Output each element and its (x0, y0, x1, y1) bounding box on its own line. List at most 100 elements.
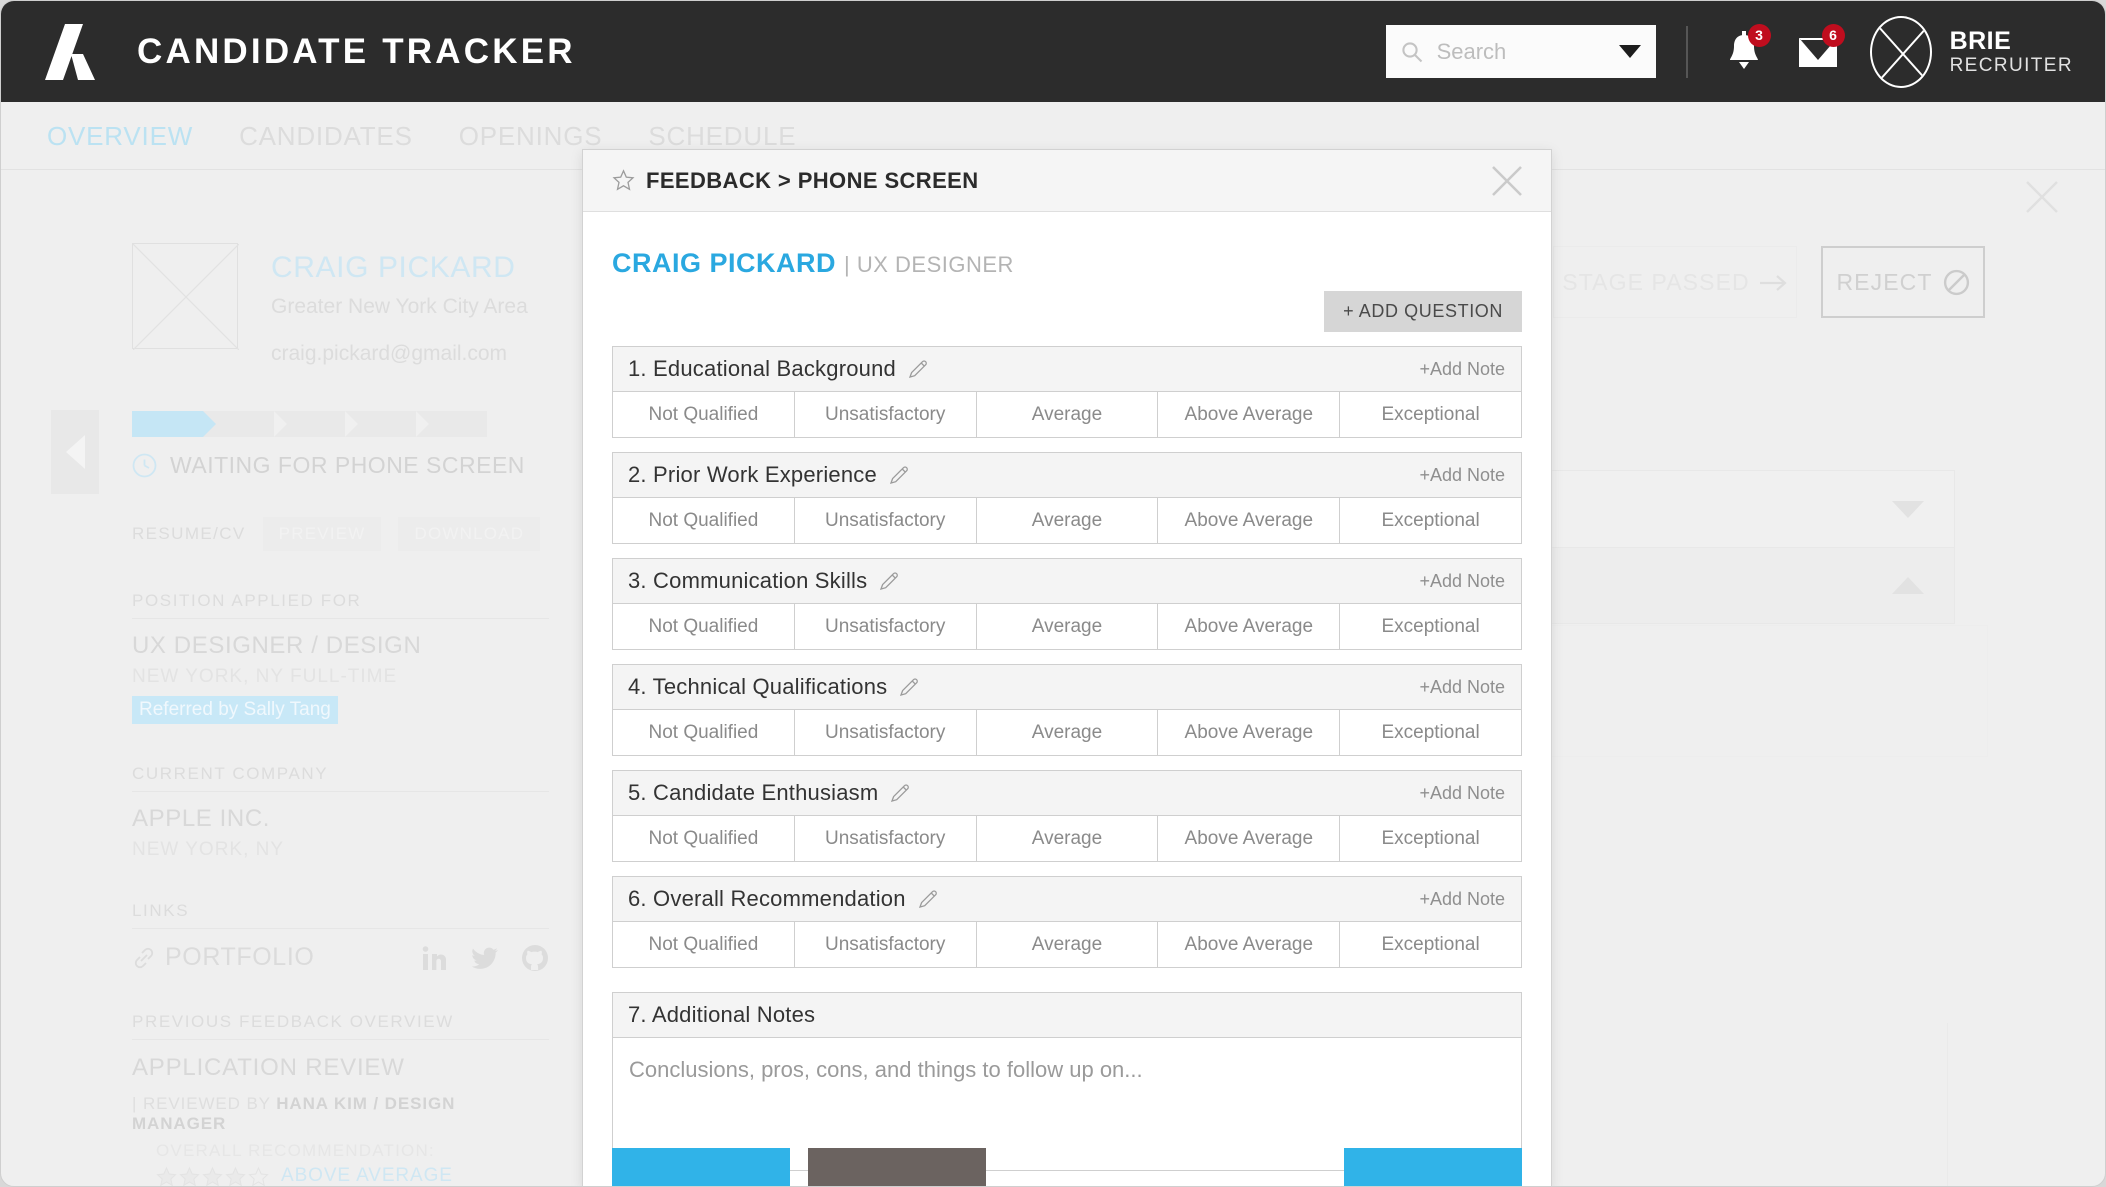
rating-option-not-qualified[interactable]: Not Qualified (613, 604, 795, 649)
pencil-icon[interactable] (917, 888, 939, 910)
ban-icon (1943, 269, 1970, 296)
portfolio-link[interactable]: PORTFOLIO (132, 943, 314, 972)
rating-option-unsatisfactory[interactable]: Unsatisfactory (795, 922, 977, 967)
rating-option-exceptional[interactable]: Exceptional (1340, 816, 1521, 861)
candidate-name[interactable]: CRAIG PICKARD (271, 251, 528, 285)
progress-step-1 (132, 411, 216, 437)
feedback-verdict: ABOVE AVERAGE (281, 1165, 453, 1186)
resume-preview-button[interactable]: PREVIEW (262, 517, 382, 551)
rating-option-average[interactable]: Average (977, 604, 1159, 649)
pencil-icon[interactable] (907, 358, 929, 380)
rating-option-above-average[interactable]: Above Average (1158, 392, 1341, 437)
search-input[interactable]: Search (1385, 25, 1656, 78)
rating-option-above-average[interactable]: Above Average (1158, 498, 1341, 543)
modal-header: FEEDBACK > PHONE SCREEN (583, 150, 1551, 212)
rating-option-unsatisfactory[interactable]: Unsatisfactory (795, 710, 977, 755)
position-title: UX DESIGNER / DESIGN (132, 632, 422, 659)
add-note-button[interactable]: +Add Note (1419, 889, 1505, 910)
star-icon (225, 1166, 246, 1187)
rating-option-unsatisfactory[interactable]: Unsatisfactory (795, 816, 977, 861)
sidebar-collapse-button[interactable] (51, 410, 99, 494)
rating-option-above-average[interactable]: Above Average (1158, 816, 1341, 861)
star-outline-icon[interactable] (612, 169, 635, 192)
rating-option-average[interactable]: Average (977, 392, 1159, 437)
add-note-button[interactable]: +Add Note (1419, 465, 1505, 486)
rating-option-unsatisfactory[interactable]: Unsatisfactory (795, 604, 977, 649)
stage-progress-bar (132, 411, 487, 437)
question-block: 1. Educational Background +Add Note Not … (612, 346, 1522, 438)
rating-option-not-qualified[interactable]: Not Qualified (613, 498, 795, 543)
rating-option-above-average[interactable]: Above Average (1158, 922, 1341, 967)
accordion-section-expanded[interactable] (1541, 547, 1955, 624)
user-name: BRIE (1949, 26, 2012, 55)
rating-option-not-qualified[interactable]: Not Qualified (613, 710, 795, 755)
add-question-button[interactable]: + ADD QUESTION (1324, 291, 1522, 332)
resume-label: RESUME/CV (132, 524, 246, 543)
feedback-entry: | REVIEWED BY HANA KIM / DESIGN MANAGER … (132, 1094, 549, 1187)
rating-option-exceptional[interactable]: Exceptional (1340, 392, 1521, 437)
rating-option-average[interactable]: Average (977, 816, 1159, 861)
rating-option-exceptional[interactable]: Exceptional (1340, 498, 1521, 543)
question-list: 1. Educational Background +Add Note Not … (612, 346, 1522, 968)
reject-button[interactable]: REJECT (1821, 246, 1985, 318)
stage-passed-button[interactable]: STAGE PASSED (1553, 246, 1797, 318)
add-note-button[interactable]: +Add Note (1419, 677, 1505, 698)
question-block: 5. Candidate Enthusiasm +Add Note Not Qu… (612, 770, 1522, 862)
pencil-icon[interactable] (889, 782, 911, 804)
close-icon[interactable] (1489, 163, 1525, 199)
chevron-left-icon (65, 435, 85, 469)
modal-candidate-name[interactable]: CRAIG PICKARD (612, 248, 836, 279)
tab-overview[interactable]: OVERVIEW (47, 121, 193, 152)
stage-status-text: WAITING FOR PHONE SCREEN (170, 452, 525, 478)
rating-option-average[interactable]: Average (977, 498, 1159, 543)
rating-option-average[interactable]: Average (977, 922, 1159, 967)
rating-option-unsatisfactory[interactable]: Unsatisfactory (795, 392, 977, 437)
rating-option-exceptional[interactable]: Exceptional (1340, 604, 1521, 649)
chevron-down-icon[interactable] (1618, 45, 1641, 58)
star-icon (156, 1166, 177, 1187)
resume-download-button[interactable]: DOWNLOAD (398, 517, 541, 551)
portfolio-label: PORTFOLIO (165, 943, 315, 971)
user-info[interactable]: BRIE RECRUITER (1950, 27, 2073, 76)
position-section-label: POSITION APPLIED FOR (132, 591, 549, 619)
notifications-button[interactable]: 3 (1718, 23, 1771, 78)
twitter-icon[interactable] (471, 944, 499, 972)
rating-option-above-average[interactable]: Above Average (1158, 710, 1341, 755)
rating-option-exceptional[interactable]: Exceptional (1340, 922, 1521, 967)
add-note-button[interactable]: +Add Note (1419, 571, 1505, 592)
candidate-email[interactable]: craig.pickard@gmail.com (271, 342, 528, 366)
question-title: 1. Educational Background (628, 356, 896, 381)
close-icon[interactable] (2023, 178, 2061, 216)
github-icon[interactable] (521, 944, 549, 972)
clock-icon (132, 453, 157, 478)
messages-badge: 6 (1821, 23, 1845, 47)
pencil-icon[interactable] (898, 676, 920, 698)
star-icon (248, 1166, 269, 1187)
add-note-button[interactable]: +Add Note (1419, 783, 1505, 804)
rating-option-not-qualified[interactable]: Not Qualified (613, 392, 795, 437)
messages-button[interactable]: 6 (1792, 23, 1845, 78)
tab-candidates[interactable]: CANDIDATES (239, 121, 413, 152)
rating-option-average[interactable]: Average (977, 710, 1159, 755)
modal-submit-button[interactable] (1344, 1148, 1522, 1186)
add-note-button[interactable]: +Add Note (1419, 359, 1505, 380)
pencil-icon[interactable] (888, 464, 910, 486)
top-bar: CANDIDATE TRACKER Search 3 6 BRIE RECRUI… (1, 1, 2105, 102)
modal-secondary-button[interactable] (808, 1148, 986, 1186)
tab-openings[interactable]: OPENINGS (459, 121, 603, 152)
image-placeholder-icon (132, 243, 240, 351)
reject-label: REJECT (1836, 268, 1933, 295)
brand-logo[interactable]: CANDIDATE TRACKER (45, 23, 576, 80)
pencil-icon[interactable] (878, 570, 900, 592)
linkedin-icon[interactable] (421, 944, 449, 972)
rating-option-above-average[interactable]: Above Average (1158, 604, 1341, 649)
rating-option-not-qualified[interactable]: Not Qualified (613, 816, 795, 861)
accordion-section-collapsed[interactable] (1541, 470, 1955, 547)
rating-option-unsatisfactory[interactable]: Unsatisfactory (795, 498, 977, 543)
modal-body: CRAIG PICKARD | UX DESIGNER + ADD QUESTI… (583, 212, 1551, 1186)
rating-option-exceptional[interactable]: Exceptional (1340, 710, 1521, 755)
rating-option-not-qualified[interactable]: Not Qualified (613, 922, 795, 967)
avatar[interactable] (1869, 15, 1932, 88)
tab-schedule[interactable]: SCHEDULE (648, 121, 796, 152)
modal-primary-button[interactable] (612, 1148, 790, 1186)
